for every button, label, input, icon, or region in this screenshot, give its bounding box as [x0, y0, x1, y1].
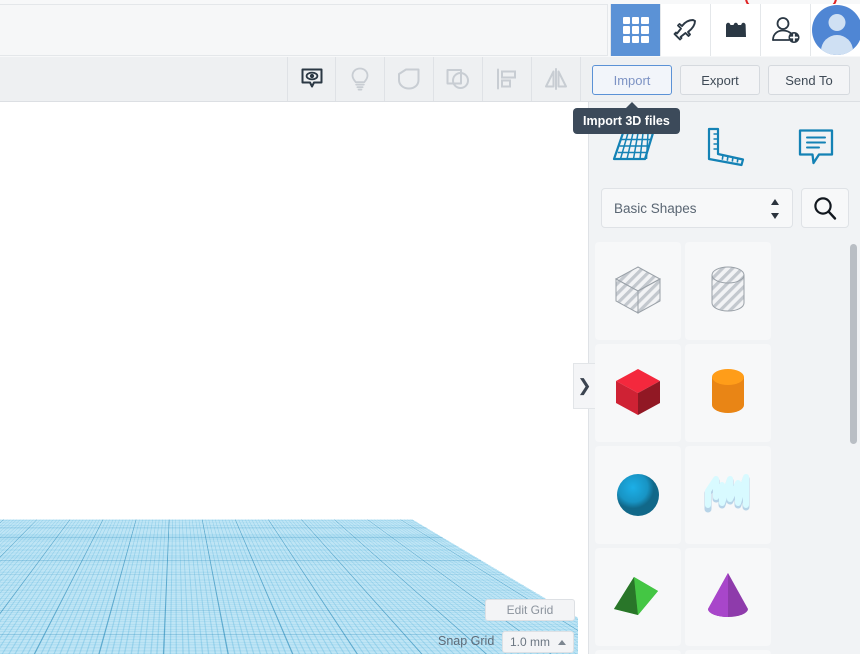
hammer-pick-icon — [671, 15, 701, 45]
shapes-panel: Basic Shapes — [588, 102, 860, 654]
invite-button[interactable] — [760, 4, 810, 56]
show-hide-icon-button[interactable] — [287, 57, 336, 101]
hole-box-shape[interactable] — [595, 242, 681, 340]
import-button[interactable]: Import — [592, 65, 672, 95]
roof-shape-thumbnail — [608, 567, 668, 627]
group-icon — [396, 67, 422, 91]
cylinder-shape[interactable] — [685, 344, 771, 442]
align-button[interactable] — [483, 57, 532, 101]
chevron-up-icon — [558, 640, 566, 645]
snap-grid-label: Snap Grid — [438, 634, 494, 648]
grid-icon — [623, 17, 649, 43]
sphere-shape[interactable] — [595, 446, 681, 544]
chevron-updown-icon — [771, 199, 780, 219]
lightbulb-icon — [348, 66, 372, 92]
send-to-button[interactable]: Send To — [768, 65, 850, 95]
add-person-icon — [770, 15, 802, 45]
cone-shape-thumbnail — [698, 567, 758, 627]
cone-shape[interactable] — [685, 548, 771, 646]
import-tooltip: Import 3D files — [573, 108, 680, 134]
mirror-icon — [542, 67, 570, 91]
mirror-button[interactable] — [532, 57, 581, 101]
box-shape[interactable] — [595, 344, 681, 442]
grid-view-button[interactable] — [610, 4, 660, 56]
brick-icon — [722, 19, 750, 41]
shape-category-value: Basic Shapes — [614, 201, 697, 216]
search-button[interactable] — [801, 188, 849, 228]
sphere-shape-thumbnail — [608, 465, 668, 525]
ruler-icon — [703, 126, 747, 168]
design-canvas[interactable] — [0, 102, 578, 654]
snap-grid-value: 1.0 mm — [510, 635, 550, 649]
category-row: Basic Shapes — [601, 188, 849, 228]
ruler-tool[interactable] — [680, 126, 771, 168]
hole-box-shape-thumbnail — [608, 261, 668, 321]
top-bar — [0, 0, 860, 60]
application-window: Import Export Send To Import 3D files Ed… — [0, 0, 860, 654]
note-tool[interactable] — [770, 126, 860, 168]
shape-category-select[interactable]: Basic Shapes — [601, 188, 793, 228]
blocks-button[interactable] — [710, 4, 760, 56]
note-icon — [795, 126, 837, 168]
panel-collapse-handle[interactable]: ❯ — [573, 363, 595, 409]
hole-cylinder-shape-thumbnail — [698, 261, 758, 321]
account-avatar[interactable] — [810, 4, 860, 56]
top-bar-left-region — [0, 4, 608, 56]
export-button[interactable]: Export — [680, 65, 760, 95]
gallery-scrollbar[interactable] — [850, 244, 857, 444]
search-icon — [812, 195, 838, 221]
cylinder-shape-thumbnail — [698, 363, 758, 423]
edit-grid-button[interactable]: Edit Grid — [485, 599, 575, 621]
show-hide-icon — [299, 66, 325, 92]
text-shape[interactable]: TEXT TEXT — [685, 650, 771, 654]
group-button[interactable] — [385, 57, 434, 101]
build-button[interactable] — [660, 4, 710, 56]
roof-shape[interactable] — [595, 548, 681, 646]
ungroup-button[interactable] — [434, 57, 483, 101]
align-icon — [494, 67, 520, 91]
edit-toolbar: Import Export Send To — [0, 57, 860, 102]
snap-grid-select[interactable]: 1.0 mm — [502, 631, 574, 653]
scribble-shape[interactable] — [685, 446, 771, 544]
round-roof-shape[interactable] — [595, 650, 681, 654]
hole-cylinder-shape[interactable] — [685, 242, 771, 340]
shape-gallery[interactable]: TEXT TEXT — [589, 238, 860, 654]
hint-button[interactable] — [336, 57, 385, 101]
scribble-shape-thumbnail — [698, 465, 758, 525]
ungroup-icon — [445, 67, 471, 91]
box-shape-thumbnail — [608, 363, 668, 423]
avatar-icon — [812, 5, 860, 55]
